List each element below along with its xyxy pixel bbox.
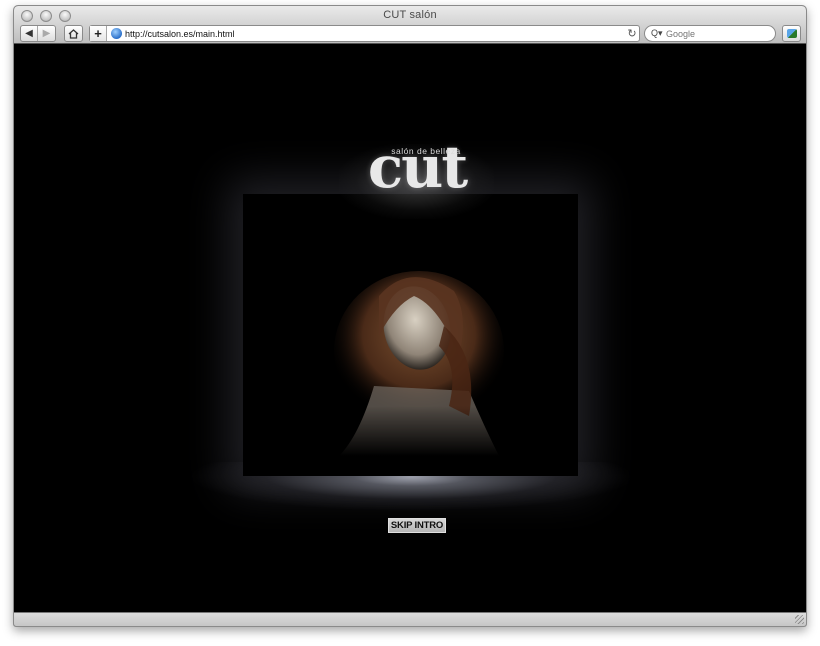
window-title: CUT salón xyxy=(383,9,437,21)
search-field[interactable]: Q▾ xyxy=(644,25,776,42)
page-content: cut salón de belleza SKIP INTRO xyxy=(14,44,806,614)
plus-icon: + xyxy=(94,26,102,41)
site-globe-icon xyxy=(111,28,122,39)
add-bookmark-button[interactable]: + xyxy=(90,26,107,41)
back-arrow-icon: ◀ xyxy=(25,28,33,39)
forward-arrow-icon: ▶ xyxy=(42,28,51,39)
home-icon xyxy=(68,28,79,39)
search-icon[interactable]: Q▾ xyxy=(651,28,666,39)
model-portrait xyxy=(319,271,514,456)
skip-intro-button[interactable]: SKIP INTRO xyxy=(388,518,446,533)
url-text[interactable]: http://cutsalon.es/main.html xyxy=(125,29,625,39)
address-bar[interactable]: + http://cutsalon.es/main.html ↻ xyxy=(89,25,640,42)
reload-icon: ↻ xyxy=(627,28,637,40)
home-button[interactable] xyxy=(65,26,82,41)
back-button[interactable]: ◀ xyxy=(21,26,38,41)
browser-window: CUT salón ◀ ▶ + http://cutsalon.es/main.… xyxy=(13,5,807,627)
status-bar xyxy=(14,612,806,626)
logo-tagline: salón de belleza xyxy=(391,146,461,156)
title-bar: CUT salón ◀ ▶ + http://cutsalon.es/main.… xyxy=(14,6,806,44)
resize-grip-icon[interactable] xyxy=(795,615,804,624)
browser-toolbar: ◀ ▶ + http://cutsalon.es/main.html ↻ Q▾ … xyxy=(14,24,806,44)
navigation-buttons: ◀ ▶ xyxy=(20,25,56,42)
forward-button[interactable]: ▶ xyxy=(38,26,55,41)
reload-button[interactable]: ↻ xyxy=(625,27,639,40)
search-input[interactable] xyxy=(666,28,766,39)
bookmarks-icon xyxy=(786,29,797,38)
snapback-button[interactable] xyxy=(782,25,801,42)
home-button-group xyxy=(64,25,83,42)
